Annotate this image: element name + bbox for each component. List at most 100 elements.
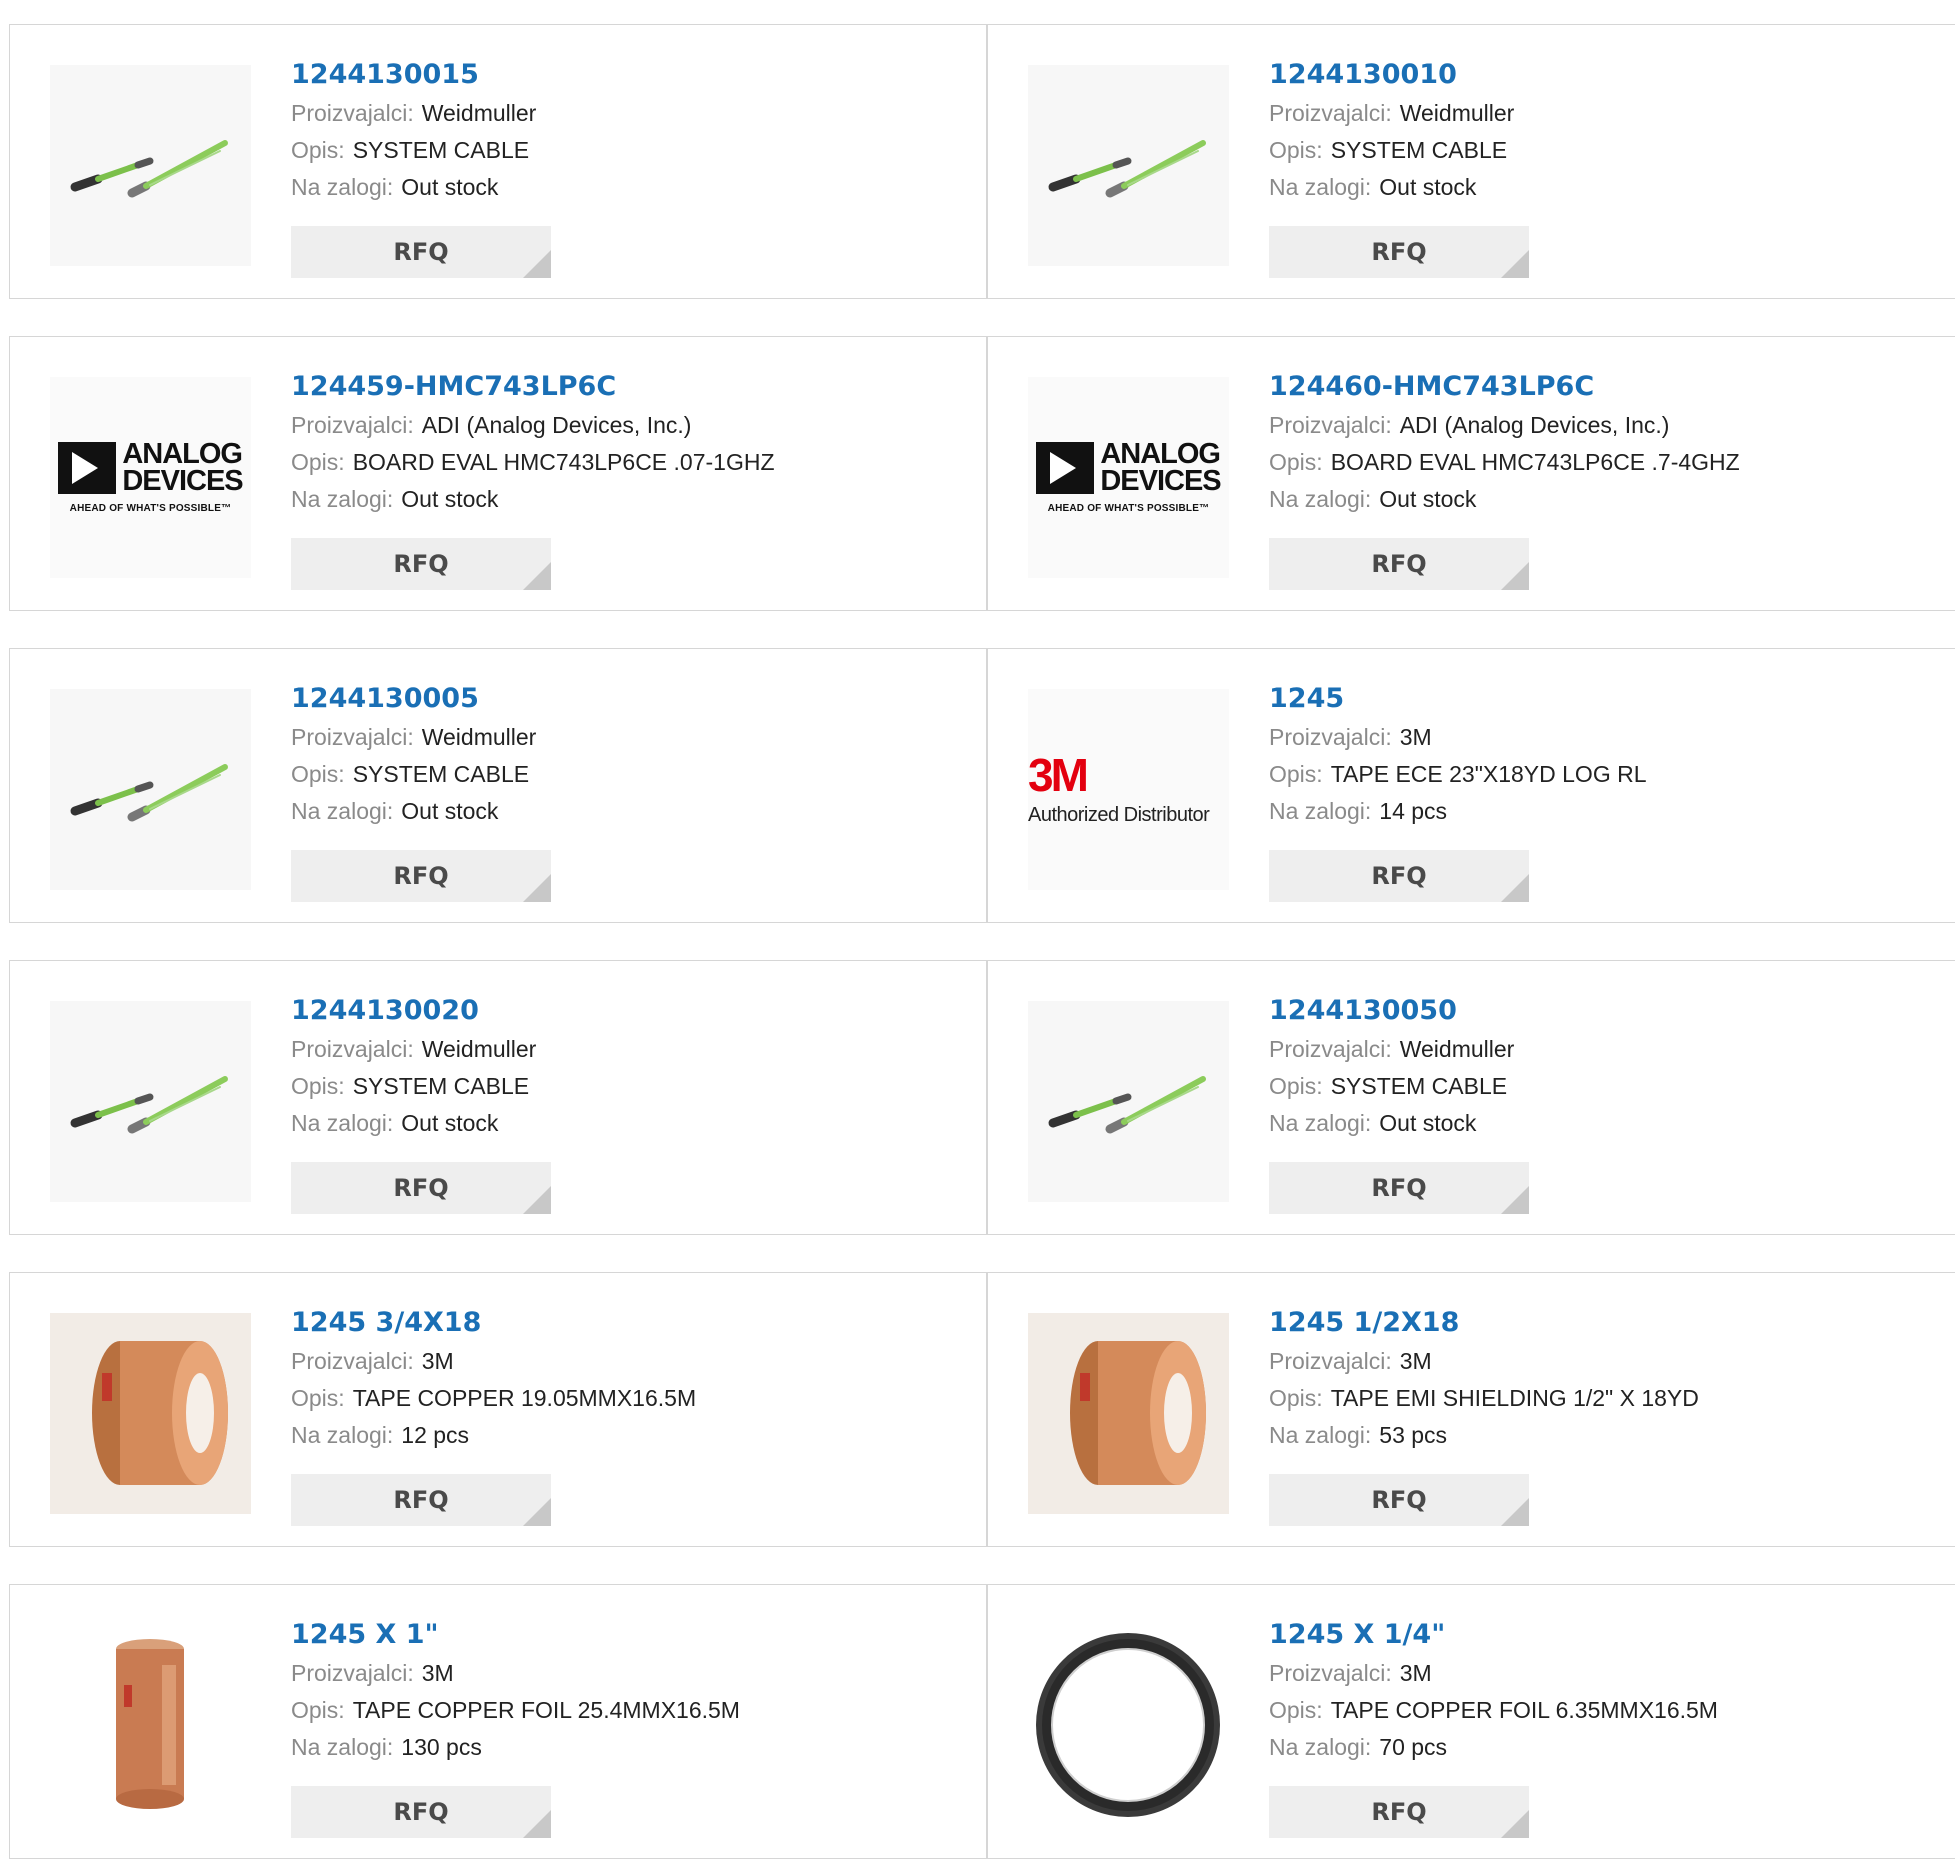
analog-devices-logo: ANALOG DEVICES AHEAD OF WHAT'S POSSIBLE™ [1028,440,1229,514]
product-card: 1244130010 Proizvajalci: Weidmuller Opis:… [987,24,1955,299]
stock-value: 130 pcs [401,1734,482,1760]
rfq-corner-decoration [523,562,551,590]
rfq-label: RFQ [1371,1798,1427,1826]
part-number-link[interactable]: 1244130015 [291,55,536,95]
logo-line-2: DEVICES [1100,465,1221,497]
product-thumbnail[interactable] [50,1313,251,1514]
product-thumbnail[interactable] [50,1625,251,1826]
3m-mark: 3M [1028,749,1089,801]
rfq-button[interactable]: RFQ [291,1162,551,1214]
product-thumbnail[interactable] [1028,1001,1229,1202]
manufacturer-row: Proizvajalci: 3M [291,1343,696,1380]
rfq-label: RFQ [1371,1486,1427,1514]
cable-image [1028,1001,1229,1202]
manufacturer-label: Proizvajalci: [291,1036,414,1062]
manufacturer-value: 3M [1399,724,1432,750]
description-label: Opis: [291,761,345,787]
description-value: SYSTEM CABLE [352,137,530,163]
part-number-link[interactable]: 1244130020 [291,991,536,1031]
manufacturer-row: Proizvajalci: Weidmuller [1269,1031,1514,1068]
rfq-button[interactable]: RFQ [291,1786,551,1838]
product-thumbnail[interactable]: ANALOG DEVICES AHEAD OF WHAT'S POSSIBLE™ [1028,377,1229,578]
rfq-button[interactable]: RFQ [291,1474,551,1526]
logo-line-2: DEVICES [122,465,243,497]
rfq-button[interactable]: RFQ [291,850,551,902]
part-number-link[interactable]: 1245 X 1" [291,1615,740,1655]
stock-row: Na zalogi: Out stock [1269,481,1740,518]
rfq-label: RFQ [393,862,449,890]
stock-label: Na zalogi: [1269,486,1372,512]
manufacturer-row: Proizvajalci: 3M [291,1655,740,1692]
rfq-button[interactable]: RFQ [291,226,551,278]
rfq-label: RFQ [393,1798,449,1826]
rfq-corner-decoration [523,874,551,902]
rfq-label: RFQ [1371,550,1427,578]
rfq-button[interactable]: RFQ [1269,1474,1529,1526]
part-number-link[interactable]: 1245 1/2X18 [1269,1303,1699,1343]
rfq-button[interactable]: RFQ [291,538,551,590]
description-row: Opis: SYSTEM CABLE [1269,132,1514,169]
part-number-link[interactable]: 1244130050 [1269,991,1514,1031]
rfq-label: RFQ [393,238,449,266]
part-number-link[interactable]: 1244130010 [1269,55,1514,95]
rfq-button[interactable]: RFQ [1269,1786,1529,1838]
description-label: Opis: [1269,137,1323,163]
product-info: 1244130010 Proizvajalci: Weidmuller Opis:… [1269,55,1514,206]
product-thumbnail[interactable]: 3M Authorized Distributor [1028,689,1229,890]
part-number-link[interactable]: 124460-HMC743LP6C [1269,367,1740,407]
product-card: 1245 3/4X18 Proizvajalci: 3M Opis: TAPE CO… [9,1272,987,1547]
description-label: Opis: [1269,1073,1323,1099]
product-thumbnail[interactable] [50,65,251,266]
manufacturer-value: 3M [421,1348,454,1374]
stock-value: Out stock [401,174,499,200]
product-info: 1245 1/2X18 Proizvajalci: 3M Opis: TAPE EM… [1269,1303,1699,1454]
rfq-corner-decoration [523,1498,551,1526]
description-label: Opis: [291,1385,345,1411]
copper-tape-image [1028,1313,1229,1514]
product-card: ANALOG DEVICES AHEAD OF WHAT'S POSSIBLE™… [987,336,1955,611]
rfq-corner-decoration [523,1810,551,1838]
product-info: 124459-HMC743LP6C Proizvajalci: ADI (Anal… [291,367,775,518]
description-value: TAPE COPPER FOIL 25.4MMX16.5M [352,1697,740,1723]
product-thumbnail[interactable]: ANALOG DEVICES AHEAD OF WHAT'S POSSIBLE™ [50,377,251,578]
rfq-corner-decoration [1501,874,1529,902]
rfq-button[interactable]: RFQ [1269,226,1529,278]
part-number-link[interactable]: 124459-HMC743LP6C [291,367,775,407]
part-number-link[interactable]: 1245 [1269,679,1647,719]
stock-value: 12 pcs [401,1422,470,1448]
description-value: BOARD EVAL HMC743LP6CE .07-1GHZ [352,449,775,475]
part-number-link[interactable]: 1245 3/4X18 [291,1303,696,1343]
manufacturer-label: Proizvajalci: [291,1660,414,1686]
part-number-link[interactable]: 1244130005 [291,679,536,719]
stock-row: Na zalogi: Out stock [1269,1105,1514,1142]
stock-row: Na zalogi: 12 pcs [291,1417,696,1454]
rfq-button[interactable]: RFQ [1269,538,1529,590]
stock-label: Na zalogi: [291,486,394,512]
product-thumbnail[interactable] [50,689,251,890]
stock-row: Na zalogi: Out stock [291,169,536,206]
product-thumbnail[interactable] [1028,65,1229,266]
manufacturer-row: Proizvajalci: Weidmuller [291,719,536,756]
rfq-corner-decoration [523,1186,551,1214]
manufacturer-label: Proizvajalci: [291,724,414,750]
rfq-button[interactable]: RFQ [1269,1162,1529,1214]
product-card: 1244130020 Proizvajalci: Weidmuller Opis:… [9,960,987,1235]
cable-image [50,1001,251,1202]
part-number-link[interactable]: 1245 X 1/4" [1269,1615,1718,1655]
product-info: 1244130015 Proizvajalci: Weidmuller Opis:… [291,55,536,206]
product-grid: 1244130015 Proizvajalci: Weidmuller Opis:… [9,24,1955,1859]
stock-value: 14 pcs [1379,798,1448,824]
product-card: 1245 1/2X18 Proizvajalci: 3M Opis: TAPE EM… [987,1272,1955,1547]
rfq-label: RFQ [1371,238,1427,266]
stock-label: Na zalogi: [1269,1110,1372,1136]
rfq-button[interactable]: RFQ [1269,850,1529,902]
stock-label: Na zalogi: [1269,174,1372,200]
description-value: BOARD EVAL HMC743LP6CE .7-4GHZ [1330,449,1740,475]
product-thumbnail[interactable] [1028,1625,1229,1826]
stock-value: 53 pcs [1379,1422,1448,1448]
product-thumbnail[interactable] [50,1001,251,1202]
rfq-corner-decoration [1501,1186,1529,1214]
manufacturer-row: Proizvajalci: 3M [1269,719,1647,756]
description-row: Opis: TAPE COPPER 19.05MMX16.5M [291,1380,696,1417]
product-thumbnail[interactable] [1028,1313,1229,1514]
